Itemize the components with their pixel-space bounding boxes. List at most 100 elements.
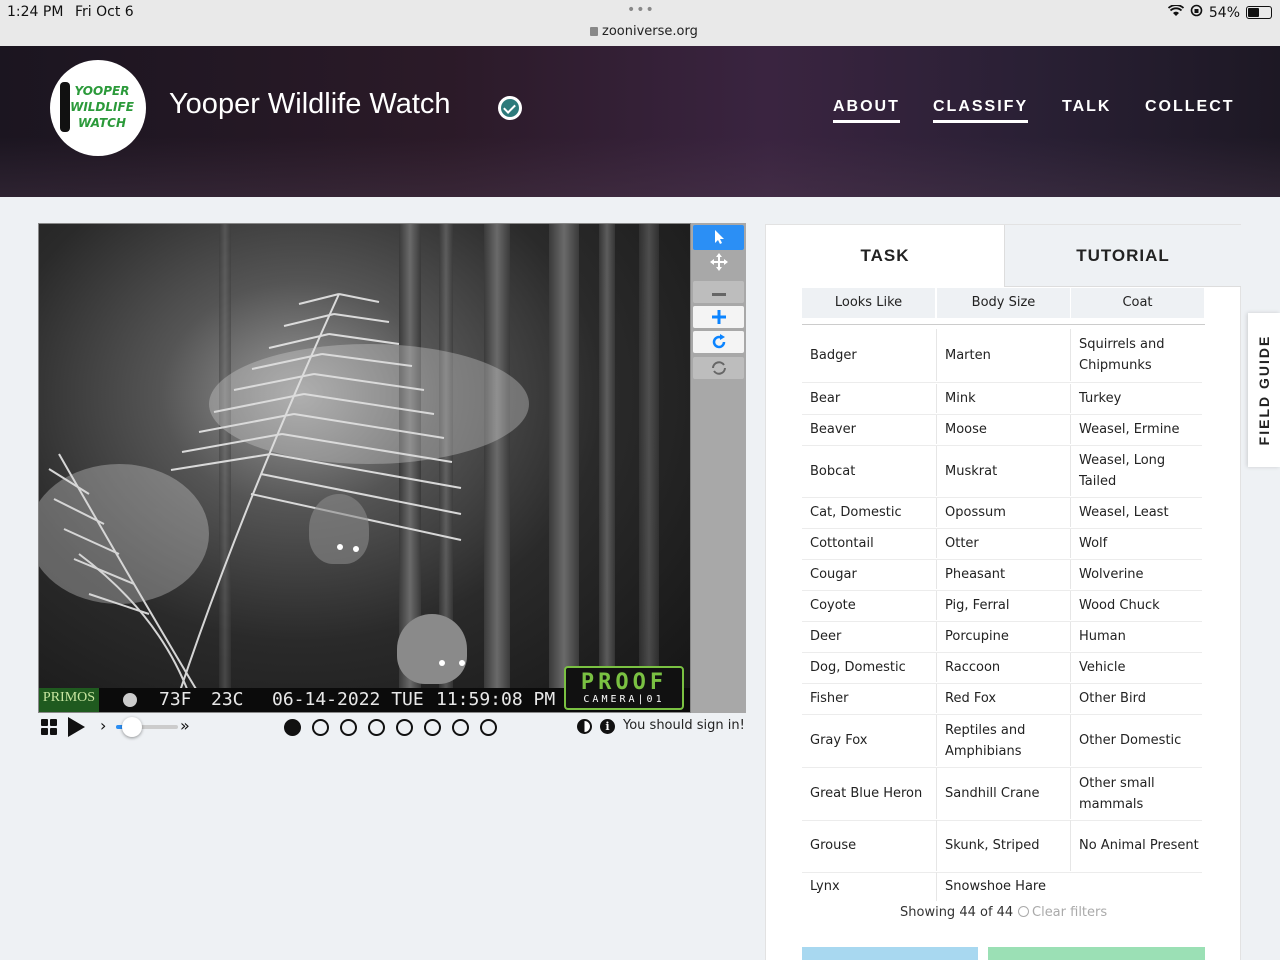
field-guide-tab[interactable]: FIELD GUIDE [1248,313,1280,467]
choice-item[interactable]: Mink [936,384,1070,413]
zoom-in-icon[interactable] [693,306,744,328]
choice-item[interactable]: Lynx [802,872,936,901]
clear-filters-icon [1018,906,1029,917]
field-guide-label: FIELD GUIDE [1256,334,1272,446]
choice-item[interactable]: Bobcat [802,446,936,496]
frame-dot[interactable] [452,719,469,736]
frame-dot[interactable] [424,719,441,736]
choice-item[interactable]: Cottontail [802,529,936,558]
choice-item[interactable]: Turkey [1070,384,1204,413]
nav-about[interactable]: ABOUT [833,98,900,123]
sign-in-prompt[interactable]: You should sign in! [623,718,745,733]
choice-item[interactable]: Red Fox [936,684,1070,713]
frame-dot[interactable] [368,719,385,736]
choice-item[interactable]: Vehicle [1070,653,1204,682]
choice-item[interactable]: Sandhill Crane [936,768,1070,819]
choice-item[interactable]: Moose [936,415,1070,444]
showing-count: Showing 44 of 44 [900,905,1014,920]
choice-item[interactable]: Other small mammals [1070,768,1204,819]
url-bar[interactable]: zooniverse.org [590,24,698,39]
choice-item[interactable]: Squirrels and Chipmunks [1070,329,1204,381]
choice-item[interactable]: Dog, Domestic [802,653,936,682]
choice-item[interactable]: Snowshoe Hare [936,872,1070,901]
choice-item[interactable]: Wolverine [1070,560,1204,589]
contrast-icon[interactable] [577,719,592,734]
battery-icon [1246,6,1272,19]
choice-item[interactable]: Badger [802,329,936,381]
frame-dot[interactable] [480,719,497,736]
filter-coat[interactable]: Coat [1071,288,1204,318]
choice-item[interactable]: Other Bird [1070,684,1204,713]
battery-percent: 54% [1208,4,1240,21]
moon-phase-icon [123,693,137,707]
subject-viewer[interactable]: 73F 23C 06-14-2022 TUE 11:59:08 PM PRIMO… [38,223,691,713]
choice-item[interactable]: Weasel, Ermine [1070,415,1204,444]
play-icon[interactable] [68,717,85,737]
choice-item[interactable]: Coyote [802,591,936,620]
choice-item[interactable]: Muskrat [936,446,1070,496]
project-title[interactable]: Yooper Wildlife Watch [169,88,451,121]
choice-item[interactable]: Fisher [802,684,936,713]
tab-tutorial[interactable]: TUTORIAL [1004,225,1241,287]
verified-badge-icon [498,96,522,120]
pointer-icon[interactable] [693,225,744,250]
frame-dot[interactable] [396,719,413,736]
project-logo[interactable]: YOOPER WILDLIFE WATCH [50,60,146,156]
nav-talk[interactable]: TALK [1062,98,1111,120]
slower-icon[interactable]: › [100,716,106,735]
choice-item[interactable]: Otter [936,529,1070,558]
nav-classify[interactable]: CLASSIFY [933,98,1029,123]
proof-text: PROOF [580,670,668,695]
logo-text-2: WILDLIFE [70,100,134,114]
choice-item[interactable]: Bear [802,384,936,413]
choice-item[interactable]: Human [1070,622,1204,651]
stamp-temp-c: 23C [211,689,244,710]
choice-item[interactable]: Marten [936,329,1070,381]
choice-item[interactable]: Beaver [802,415,936,444]
frame-dot[interactable] [284,719,301,736]
more-dots-icon[interactable]: ••• [627,2,655,18]
battery-level [1248,8,1260,17]
choice-item[interactable]: Other Domestic [1070,715,1204,766]
done-and-talk-button[interactable] [802,947,978,960]
choice-item[interactable]: Pheasant [936,560,1070,589]
choice-item[interactable]: Opossum [936,498,1070,527]
tab-task[interactable]: TASK [766,225,1004,287]
status-date: Fri Oct 6 [75,4,134,20]
choice-item[interactable]: Great Blue Heron [802,768,936,819]
choice-item[interactable]: Deer [802,622,936,651]
choice-item[interactable]: Weasel, Least [1070,498,1204,527]
filter-body-size[interactable]: Body Size [937,288,1070,318]
nav-collect[interactable]: COLLECT [1145,98,1235,120]
choice-item[interactable]: Reptiles and Amphibians [936,715,1070,766]
choice-item[interactable]: Wolf [1070,529,1204,558]
frame-dot[interactable] [340,719,357,736]
speed-slider[interactable] [116,717,178,737]
done-button[interactable] [988,947,1205,960]
zoom-out-icon[interactable] [693,281,744,303]
grid-view-icon[interactable] [41,719,57,735]
speed-slider-handle[interactable] [121,717,142,737]
choice-item[interactable]: Porcupine [936,622,1070,651]
filter-looks-like[interactable]: Looks Like [802,288,935,318]
choice-item[interactable]: Wood Chuck [1070,591,1204,620]
primos-logo: PRIMOS [39,688,99,712]
choice-item[interactable]: Raccoon [936,653,1070,682]
clear-filters-button[interactable]: Clear filters [1018,905,1107,920]
choice-item[interactable]: Skunk, Striped [936,820,1070,871]
info-icon[interactable]: i [600,719,615,734]
choice-item[interactable]: Cougar [802,560,936,589]
rotate-icon[interactable] [693,331,744,353]
clear-filters-label: Clear filters [1032,905,1108,920]
reset-icon[interactable] [693,357,744,379]
frame-dot[interactable] [312,719,329,736]
move-icon[interactable] [693,251,744,273]
choice-item[interactable]: Weasel, Long Tailed [1070,446,1204,496]
logo-text-1: YOOPER [74,84,130,98]
choice-item[interactable]: Gray Fox [802,715,936,766]
choice-item[interactable]: Grouse [802,820,936,871]
faster-icon[interactable]: » [180,716,190,735]
choice-item[interactable]: Pig, Ferral [936,591,1070,620]
choice-item[interactable]: Cat, Domestic [802,498,936,527]
choice-item[interactable]: No Animal Present [1070,820,1204,871]
